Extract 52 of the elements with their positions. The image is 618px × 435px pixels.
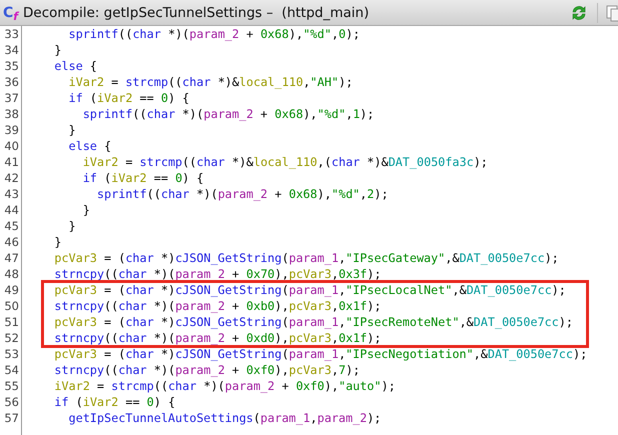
code-line: } — [53, 42, 62, 58]
line-number: 53 — [3, 346, 19, 362]
line-number: 47 — [3, 250, 19, 266]
code-line: strncpy((char *)(param_2 + 0xb0),pcVar3,0x1f); — [53, 298, 382, 314]
line-number: 46 — [3, 234, 19, 250]
code-line: else { — [53, 58, 98, 74]
code-line: } — [68, 218, 76, 234]
code-line: pcVar3 = (char *)cJSON_GetString(param_1,"IPsecNegotiation",&DAT_0050e7cc); — [53, 346, 588, 362]
code-line: if (iVar2 == 0) { — [68, 90, 190, 106]
line-number: 36 — [3, 74, 19, 90]
line-number: 33 — [3, 26, 19, 42]
line-number: 50 — [3, 298, 19, 314]
window-title: Decompile: getIpSecTunnelSettings – (httpd_main) — [23, 4, 370, 20]
line-number: 37 — [3, 90, 19, 106]
code-line: if (iVar2 == 0) { — [53, 394, 176, 410]
code-line: } — [53, 234, 62, 250]
line-number: 43 — [3, 186, 19, 202]
code-line: pcVar3 = (char *)cJSON_GetString(param_1,"IPsecLocalNet",&DAT_0050e7cc); — [53, 282, 566, 298]
code-line: strncpy((char *)(param_2 + 0x70),pcVar3,0x3f); — [53, 266, 382, 282]
line-number: 42 — [3, 170, 19, 186]
code-line: strncpy((char *)(param_2 + 0xd0),pcVar3,0x1f); — [53, 330, 382, 346]
line-number: 52 — [3, 330, 19, 346]
code-line: iVar2 = strcmp((char *)(param_2 + 0xf0),"auto"); — [53, 378, 396, 394]
copy-icon[interactable] — [606, 4, 618, 22]
line-number: 38 — [3, 106, 19, 122]
code-line: iVar2 = strcmp((char *)&local_110,(char *)&DAT_0050fa3c); — [82, 154, 488, 170]
code-line: sprintf((char *)(param_2 + 0x68),"%d",0); — [68, 26, 360, 42]
code-line: } — [82, 202, 90, 218]
line-number: 39 — [3, 122, 19, 138]
line-number: 40 — [3, 138, 19, 154]
line-number: 55 — [3, 378, 19, 394]
code-line: } — [68, 122, 76, 138]
line-number: 35 — [3, 58, 19, 74]
line-number: 44 — [3, 202, 19, 218]
code-line: getIpSecTunnelAutoSettings(param_1,param_2); — [68, 410, 382, 426]
code-line: else { — [68, 138, 112, 154]
line-number: 45 — [3, 218, 19, 234]
line-number: 34 — [3, 42, 19, 58]
line-number: 56 — [3, 394, 19, 410]
code-line: strncpy((char *)(param_2 + 0xf0),pcVar3,7); — [53, 362, 360, 378]
line-number: 51 — [3, 314, 19, 330]
line-number: 57 — [3, 410, 19, 426]
code-line: iVar2 = strcmp((char *)&local_110,"AH"); — [68, 74, 353, 90]
code-line: sprintf((char *)(param_2 + 0x68),"%d",2); — [96, 186, 388, 202]
line-number: 41 — [3, 154, 19, 170]
line-number: 49 — [3, 282, 19, 298]
code-line: if (iVar2 == 0) { — [82, 170, 204, 186]
code-line: pcVar3 = (char *)cJSON_GetString(param_1,"IPsecGateway",&DAT_0050e7cc); — [53, 250, 559, 266]
code-line: pcVar3 = (char *)cJSON_GetString(param_1,"IPsecRemoteNet",&DAT_0050e7cc); — [53, 314, 573, 330]
code-line: sprintf((char *)(param_2 + 0x68),"%d",1); — [82, 106, 374, 122]
line-number: 48 — [3, 266, 19, 282]
line-number: 54 — [3, 362, 19, 378]
